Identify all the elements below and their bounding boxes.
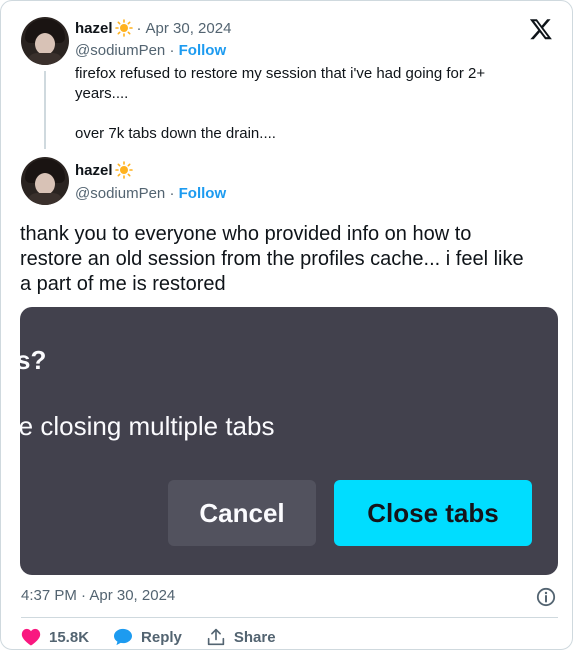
- post-text: thank you to everyone who provided info …: [20, 223, 524, 295]
- reply-bubble-icon: [114, 628, 133, 646]
- quoted-post-text: firefox refused to restore my session th…: [75, 65, 486, 142]
- attached-image[interactable]: s? re closing multiple tabs Cancel Close…: [20, 307, 558, 575]
- action-bar: 15.8K Reply Share: [21, 628, 300, 646]
- author-handle[interactable]: @sodiumPen: [75, 185, 165, 202]
- share-label: Share: [233, 628, 276, 646]
- follow-link[interactable]: Follow: [179, 185, 227, 202]
- avatar[interactable]: [21, 157, 69, 205]
- author-row: hazel: [75, 161, 133, 179]
- cancel-button: Cancel: [168, 480, 316, 546]
- x-logo-icon[interactable]: [528, 17, 554, 41]
- author-name[interactable]: hazel: [75, 162, 113, 179]
- close-tabs-button: Close tabs: [334, 480, 532, 546]
- post-timestamp[interactable]: 4:37 PM · Apr 30, 2024: [21, 587, 175, 604]
- info-icon[interactable]: [536, 587, 556, 607]
- handle-row: @sodiumPen · Follow: [75, 42, 227, 59]
- share-button[interactable]: Share: [206, 628, 276, 646]
- footer-divider: [21, 617, 558, 618]
- author-row: hazel · Apr 30, 2024: [75, 19, 232, 37]
- share-icon: [207, 628, 225, 646]
- post-date[interactable]: Apr 30, 2024: [146, 20, 232, 37]
- reply-button[interactable]: Reply: [113, 628, 182, 646]
- author-handle[interactable]: @sodiumPen: [75, 42, 165, 59]
- sun-icon: [114, 19, 133, 37]
- reply-label: Reply: [141, 628, 182, 646]
- tweet-embed-card: hazel · Apr 30, 2024 @sodiumPen · Follow…: [0, 0, 573, 650]
- follow-link[interactable]: Follow: [179, 42, 227, 59]
- handle-row: @sodiumPen · Follow: [75, 185, 227, 202]
- dialog-description-fragment: re closing multiple tabs: [20, 411, 275, 441]
- sun-icon: [114, 161, 133, 179]
- dialog-title-fragment: s?: [20, 345, 47, 375]
- like-count: 15.8K: [49, 628, 90, 646]
- avatar[interactable]: [21, 17, 69, 65]
- like-button[interactable]: 15.8K: [21, 628, 89, 646]
- heart-icon: [21, 628, 41, 646]
- thread-connector-line: [44, 71, 46, 149]
- author-name[interactable]: hazel: [75, 20, 113, 37]
